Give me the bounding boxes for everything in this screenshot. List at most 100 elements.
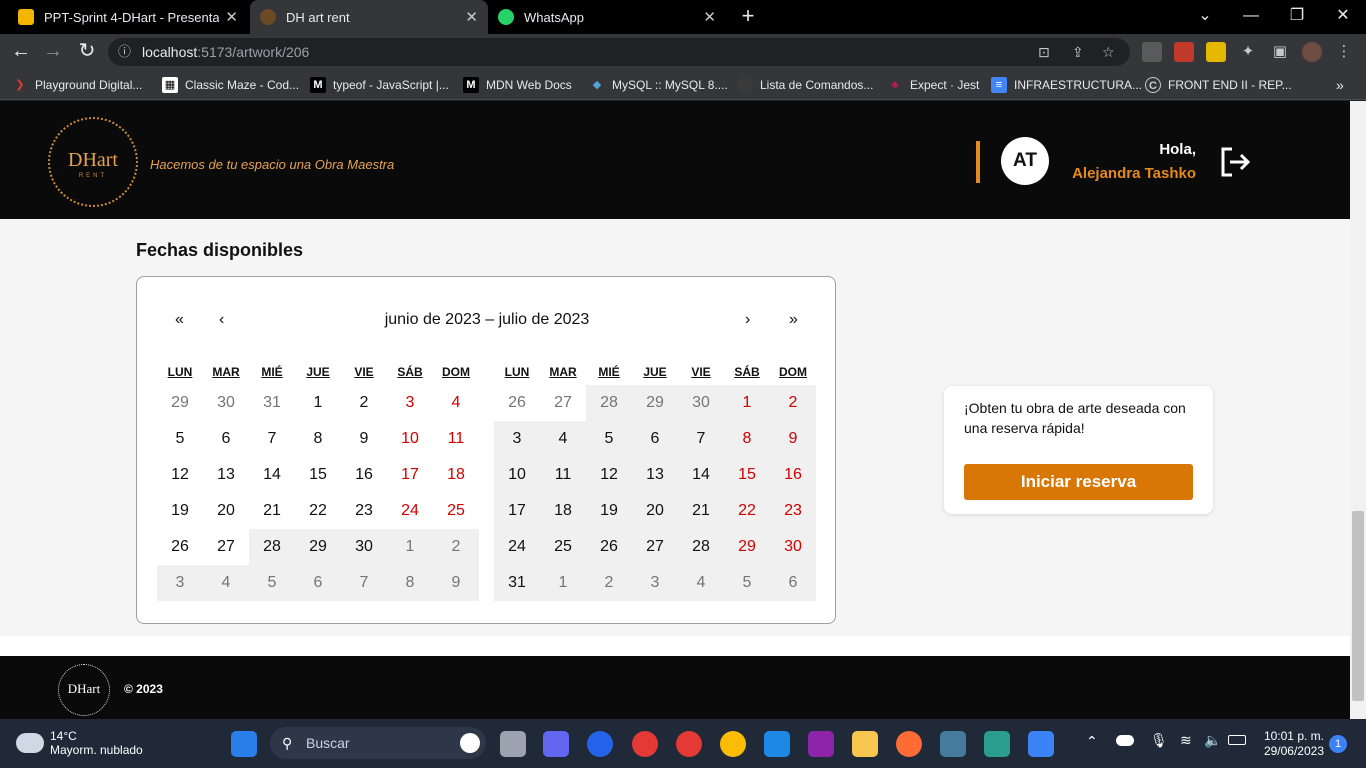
chevron-up-icon[interactable]: ⌃ <box>1086 733 1098 750</box>
calendar-day[interactable]: 3 <box>387 385 433 421</box>
app-icon[interactable] <box>984 731 1010 757</box>
calendar-day[interactable]: 9 <box>433 565 479 601</box>
calendar-day[interactable]: 13 <box>632 457 678 493</box>
close-window-button[interactable]: ✕ <box>1320 0 1366 34</box>
calendar-day[interactable]: 25 <box>433 493 479 529</box>
chrome-icon[interactable] <box>676 731 702 757</box>
minimize-button[interactable]: — <box>1228 0 1274 34</box>
calendar-day[interactable]: 22 <box>724 493 770 529</box>
calendar-day[interactable]: 30 <box>678 385 724 421</box>
calendar-day[interactable]: 2 <box>770 385 816 421</box>
chrome-icon[interactable] <box>632 731 658 757</box>
calendar-day[interactable]: 29 <box>157 385 203 421</box>
calendar-day[interactable]: 28 <box>249 529 295 565</box>
calendar-day[interactable]: 4 <box>540 421 586 457</box>
calendar-day[interactable]: 4 <box>678 565 724 601</box>
calendar-day[interactable]: 4 <box>203 565 249 601</box>
more-bookmarks-icon[interactable]: » <box>1336 70 1344 100</box>
windows-start-icon[interactable] <box>231 731 257 757</box>
calendar-day[interactable]: 31 <box>494 565 540 601</box>
scrollbar-thumb[interactable] <box>1352 511 1364 701</box>
teams-icon[interactable] <box>543 731 569 757</box>
calendar-day[interactable]: 5 <box>724 565 770 601</box>
calendar-day[interactable]: 29 <box>724 529 770 565</box>
calendar-day[interactable]: 5 <box>249 565 295 601</box>
calendar-day[interactable]: 13 <box>203 457 249 493</box>
calendar-day[interactable]: 31 <box>249 385 295 421</box>
bookmark-item[interactable]: ♣ Expect · Jest <box>887 70 979 100</box>
calendar-day[interactable]: 9 <box>341 421 387 457</box>
calendar-day[interactable]: 2 <box>341 385 387 421</box>
puzzle-icon[interactable]: ✦ <box>1238 42 1258 62</box>
calendar-day[interactable]: 14 <box>678 457 724 493</box>
calendar-day[interactable]: 23 <box>341 493 387 529</box>
calendar-range-label[interactable]: junio de 2023 – julio de 2023 <box>365 311 609 329</box>
intellij-icon[interactable] <box>808 731 834 757</box>
calendar-day[interactable]: 18 <box>433 457 479 493</box>
calendar-day[interactable]: 1 <box>724 385 770 421</box>
extension-icon[interactable] <box>1142 42 1162 62</box>
extension-icon[interactable] <box>1206 42 1226 62</box>
wifi-icon[interactable]: ≋ <box>1180 732 1192 749</box>
address-bar[interactable]: ⓘ localhost:5173/artwork/206 ⊡ ⇪ ☆ <box>108 38 1130 66</box>
calendar-day[interactable]: 2 <box>433 529 479 565</box>
task-view-icon[interactable] <box>500 731 526 757</box>
logout-icon[interactable] <box>1218 145 1252 179</box>
calendar-day[interactable]: 20 <box>632 493 678 529</box>
calendar-day[interactable]: 4 <box>433 385 479 421</box>
calendar-day[interactable]: 1 <box>295 385 341 421</box>
calendar-day[interactable]: 24 <box>494 529 540 565</box>
new-tab-button[interactable]: + <box>736 4 760 28</box>
calendar-day[interactable]: 11 <box>540 457 586 493</box>
next-year-button[interactable]: » <box>789 311 798 329</box>
calendar-day[interactable]: 1 <box>387 529 433 565</box>
calendar-day[interactable]: 27 <box>632 529 678 565</box>
calendar-day[interactable]: 8 <box>724 421 770 457</box>
calendar-day[interactable]: 8 <box>387 565 433 601</box>
calendar-day[interactable]: 7 <box>678 421 724 457</box>
calendar-day[interactable]: 9 <box>770 421 816 457</box>
calendar-day[interactable]: 3 <box>494 421 540 457</box>
bookmark-item[interactable]: ❯ Playground Digital... <box>12 70 142 100</box>
calendar-day[interactable]: 7 <box>341 565 387 601</box>
bookmark-item[interactable]: Mtypeof - JavaScript |... <box>310 70 449 100</box>
calendar-day[interactable]: 1 <box>540 565 586 601</box>
bookmark-item[interactable]: C FRONT END II - REP... <box>1145 70 1292 100</box>
bookmark-item[interactable]: M MDN Web Docs <box>463 70 572 100</box>
share-icon[interactable]: ⇪ <box>1072 38 1084 66</box>
calendar-day[interactable]: 16 <box>770 457 816 493</box>
calendar-day[interactable]: 30 <box>770 529 816 565</box>
calendar-day[interactable]: 30 <box>341 529 387 565</box>
site-info-icon[interactable]: ⓘ <box>118 38 131 66</box>
calendar-day[interactable]: 14 <box>249 457 295 493</box>
calendar-day[interactable]: 6 <box>295 565 341 601</box>
calendar-day[interactable]: 26 <box>157 529 203 565</box>
vscode-icon[interactable] <box>764 731 790 757</box>
tab-search-icon[interactable]: ⌄ <box>1182 0 1228 34</box>
bookmark-item[interactable]: ▦ Classic Maze - Cod... <box>162 70 299 100</box>
calendar-day[interactable]: 7 <box>249 421 295 457</box>
next-month-button[interactable]: › <box>745 311 750 329</box>
bookmark-item[interactable]: ≡ INFRAESTRUCTURA... <box>991 70 1142 100</box>
calendar-day[interactable]: 26 <box>494 385 540 421</box>
prev-year-button[interactable]: « <box>175 311 184 329</box>
calendar-day[interactable]: 21 <box>249 493 295 529</box>
folder-icon[interactable] <box>852 731 878 757</box>
calendar-day[interactable]: 20 <box>203 493 249 529</box>
microphone-icon[interactable]: 🎙 <box>1150 732 1168 749</box>
calendar-day[interactable]: 27 <box>540 385 586 421</box>
calendar-day[interactable]: 6 <box>770 565 816 601</box>
weather-widget[interactable]: 14°C Mayorm. nublado <box>50 729 143 757</box>
calendar-day[interactable]: 8 <box>295 421 341 457</box>
profile-avatar[interactable] <box>1302 42 1322 62</box>
notification-badge[interactable]: 1 <box>1329 735 1347 753</box>
calendar-day[interactable]: 29 <box>632 385 678 421</box>
calendar-day[interactable]: 3 <box>632 565 678 601</box>
side-panel-icon[interactable]: ▣ <box>1270 42 1290 62</box>
calendar-day[interactable]: 18 <box>540 493 586 529</box>
tab-dhart[interactable]: DH art rent ✕ <box>250 0 488 34</box>
calendar-day[interactable]: 3 <box>157 565 203 601</box>
close-icon[interactable]: ✕ <box>225 8 238 26</box>
calendar-day[interactable]: 30 <box>203 385 249 421</box>
notepad-icon[interactable] <box>1028 731 1054 757</box>
